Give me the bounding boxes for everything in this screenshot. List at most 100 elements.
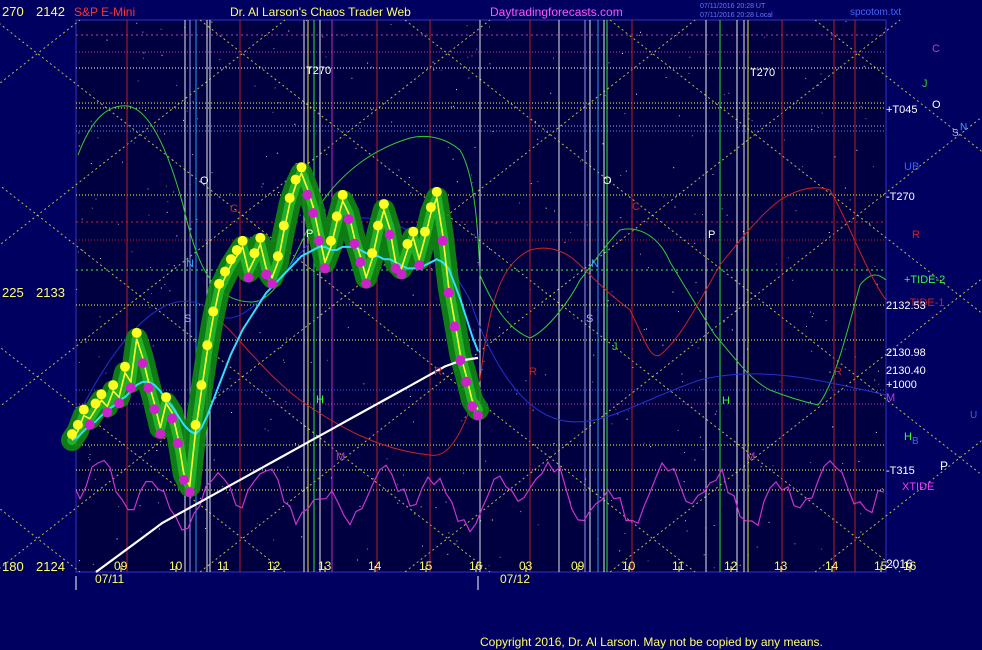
star: [79, 560, 80, 562]
chart-label: R: [434, 366, 442, 378]
star: [682, 381, 684, 383]
star: [133, 142, 135, 144]
star: [143, 57, 145, 59]
star: [136, 22, 138, 24]
star: [347, 327, 349, 329]
star: [254, 85, 256, 87]
right-label: UB: [904, 161, 919, 173]
star: [751, 120, 753, 122]
star: [294, 123, 296, 125]
axis-mid-angle: 225: [2, 285, 24, 300]
star: [176, 84, 178, 86]
star: [89, 459, 91, 461]
star: [768, 521, 770, 523]
star: [581, 67, 583, 69]
star: [158, 502, 159, 504]
star: [586, 150, 587, 152]
star: [343, 35, 345, 37]
star: [148, 214, 150, 216]
axis-top-angle: 270: [2, 4, 24, 19]
price-dot: [431, 186, 442, 197]
star: [471, 55, 473, 57]
star: [183, 119, 184, 121]
star: [88, 446, 90, 448]
star: [299, 214, 301, 216]
star: [739, 564, 741, 566]
star: [632, 366, 634, 368]
star: [256, 523, 258, 525]
star: [694, 459, 696, 461]
star: [140, 531, 142, 533]
star: [473, 329, 475, 331]
price-dot: [437, 235, 448, 246]
price-dot: [255, 232, 266, 243]
price-dot: [90, 398, 101, 409]
star: [713, 567, 715, 569]
right-label: 2132.53: [886, 300, 926, 312]
price-dot: [296, 162, 307, 173]
x-tick-label: 09: [114, 559, 128, 573]
axis-mid-price: 2133: [36, 285, 65, 300]
star: [532, 409, 534, 411]
x-tick-label: 10: [169, 559, 183, 573]
price-dot: [331, 211, 342, 222]
star: [619, 550, 621, 552]
star: [795, 210, 797, 212]
price-dot: [249, 248, 260, 259]
star: [100, 258, 102, 259]
star: [702, 214, 703, 216]
star: [691, 135, 693, 137]
star: [283, 362, 285, 363]
star: [301, 536, 303, 538]
star: [881, 488, 883, 490]
star: [806, 325, 807, 327]
price-dot: [108, 380, 119, 391]
star: [463, 472, 465, 474]
star: [694, 213, 696, 215]
star: [79, 362, 80, 363]
star: [689, 56, 691, 58]
chart-label: P: [708, 229, 715, 241]
star: [860, 513, 862, 515]
star: [351, 77, 353, 79]
star: [402, 474, 404, 476]
price-dot: [349, 238, 360, 249]
star: [832, 426, 834, 428]
star: [397, 502, 399, 504]
star: [266, 390, 268, 392]
star: [712, 174, 714, 175]
star: [156, 450, 158, 451]
star: [471, 174, 473, 176]
price-dot: [355, 257, 366, 268]
chart-label: J: [612, 341, 618, 353]
star: [471, 182, 473, 184]
star: [821, 112, 823, 114]
star: [672, 291, 674, 293]
star: [150, 267, 152, 268]
price-dot: [72, 419, 83, 430]
star: [264, 428, 266, 430]
star: [884, 27, 886, 29]
star: [842, 463, 844, 464]
price-dot: [384, 229, 395, 240]
star: [615, 408, 617, 410]
star: [520, 511, 522, 513]
x-tick-label: 03: [519, 559, 533, 573]
star: [756, 546, 758, 548]
price-dot: [161, 392, 172, 403]
star: [197, 118, 198, 120]
star: [273, 48, 275, 50]
star: [160, 28, 162, 30]
price-dot: [378, 199, 389, 210]
price-dot: [302, 189, 313, 200]
star: [525, 380, 527, 382]
star: [359, 128, 361, 130]
star: [117, 223, 119, 225]
star: [643, 442, 645, 444]
star: [262, 183, 264, 185]
x-tick-label: 14: [368, 559, 382, 573]
star: [398, 169, 400, 171]
star: [721, 208, 723, 210]
right-label: M: [886, 392, 895, 404]
site-link[interactable]: Daytradingforecasts.com: [490, 5, 623, 19]
